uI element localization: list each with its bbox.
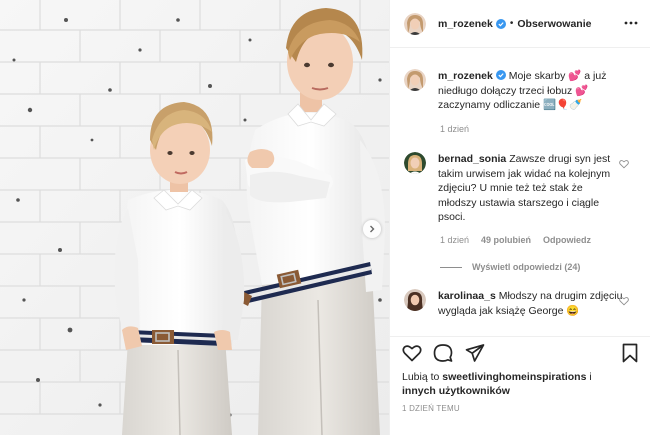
author-avatar[interactable] [404,12,426,35]
commenter-avatar[interactable] [404,152,426,174]
share-icon[interactable] [465,343,485,363]
more-options-button[interactable] [623,16,639,30]
avatar-image [404,152,426,174]
comment-time[interactable]: 1 dzień [440,235,469,245]
commenter-avatar[interactable] [404,289,426,311]
avatar-image [404,12,426,35]
post-header: m_rozenek • Obserwowanie [390,0,650,48]
likes-connector: i [589,371,592,383]
heart-icon[interactable] [619,159,629,169]
avatar-image [404,289,426,311]
author-avatar[interactable] [404,69,426,91]
avatar-image [404,69,426,91]
comment-item: bernad_sonia Zawsze drugi syn jest takim… [404,152,623,225]
verified-badge-icon [495,18,506,29]
view-replies-button[interactable]: Wyświetl odpowiedzi (24) [440,262,580,272]
following-button[interactable]: Obserwowanie [517,18,591,30]
post-actions: Lubią to sweetlivinghomeinspirations i i… [390,336,650,435]
heart-icon[interactable] [619,296,629,306]
comment-item: karolinaa_s Młodszy na drugim zdjęciu wy… [404,289,623,318]
post-side-panel: m_rozenek • Obserwowanie m_rozenek Moje … [389,0,650,435]
bookmark-icon[interactable] [620,343,640,363]
reply-button[interactable]: Odpowiedz [543,235,591,245]
comment-username[interactable]: karolinaa_s [438,290,496,302]
caption-meta: 1 dzień [440,124,469,134]
heart-icon[interactable] [402,343,422,363]
comments-list[interactable]: m_rozenek Moje skarby 💕 a już niedługo d… [390,48,650,336]
photo-image [0,0,389,435]
caption-time[interactable]: 1 dzień [440,124,469,134]
separator-dot: • [509,18,514,29]
posted-time[interactable]: 1 DZIEŃ TEMU [402,404,460,413]
replies-divider [440,266,462,268]
likes-user[interactable]: sweetlivinghomeinspirations [442,371,586,383]
likes-prefix: Lubią to [402,371,440,383]
likes-others[interactable]: innych użytkowników [402,385,510,397]
author-username[interactable]: m_rozenek [438,18,493,30]
comment-meta: 1 dzień 49 polubień Odpowiedz [440,235,591,245]
post-caption: m_rozenek Moje skarby 💕 a już niedługo d… [404,69,618,113]
next-photo-button[interactable] [363,220,381,238]
view-replies-label: Wyświetl odpowiedzi (24) [472,262,581,272]
likes-summary: Lubią to sweetlivinghomeinspirations i i… [402,370,622,398]
comment-username[interactable]: bernad_sonia [438,153,506,165]
more-options-icon [624,21,638,25]
chevron-right-icon [370,225,375,233]
comment-likes[interactable]: 49 polubień [481,235,531,245]
caption-username[interactable]: m_rozenek [438,70,493,82]
post-photo[interactable] [0,0,389,435]
verified-badge-icon [495,70,506,80]
comment-icon[interactable] [433,343,453,363]
